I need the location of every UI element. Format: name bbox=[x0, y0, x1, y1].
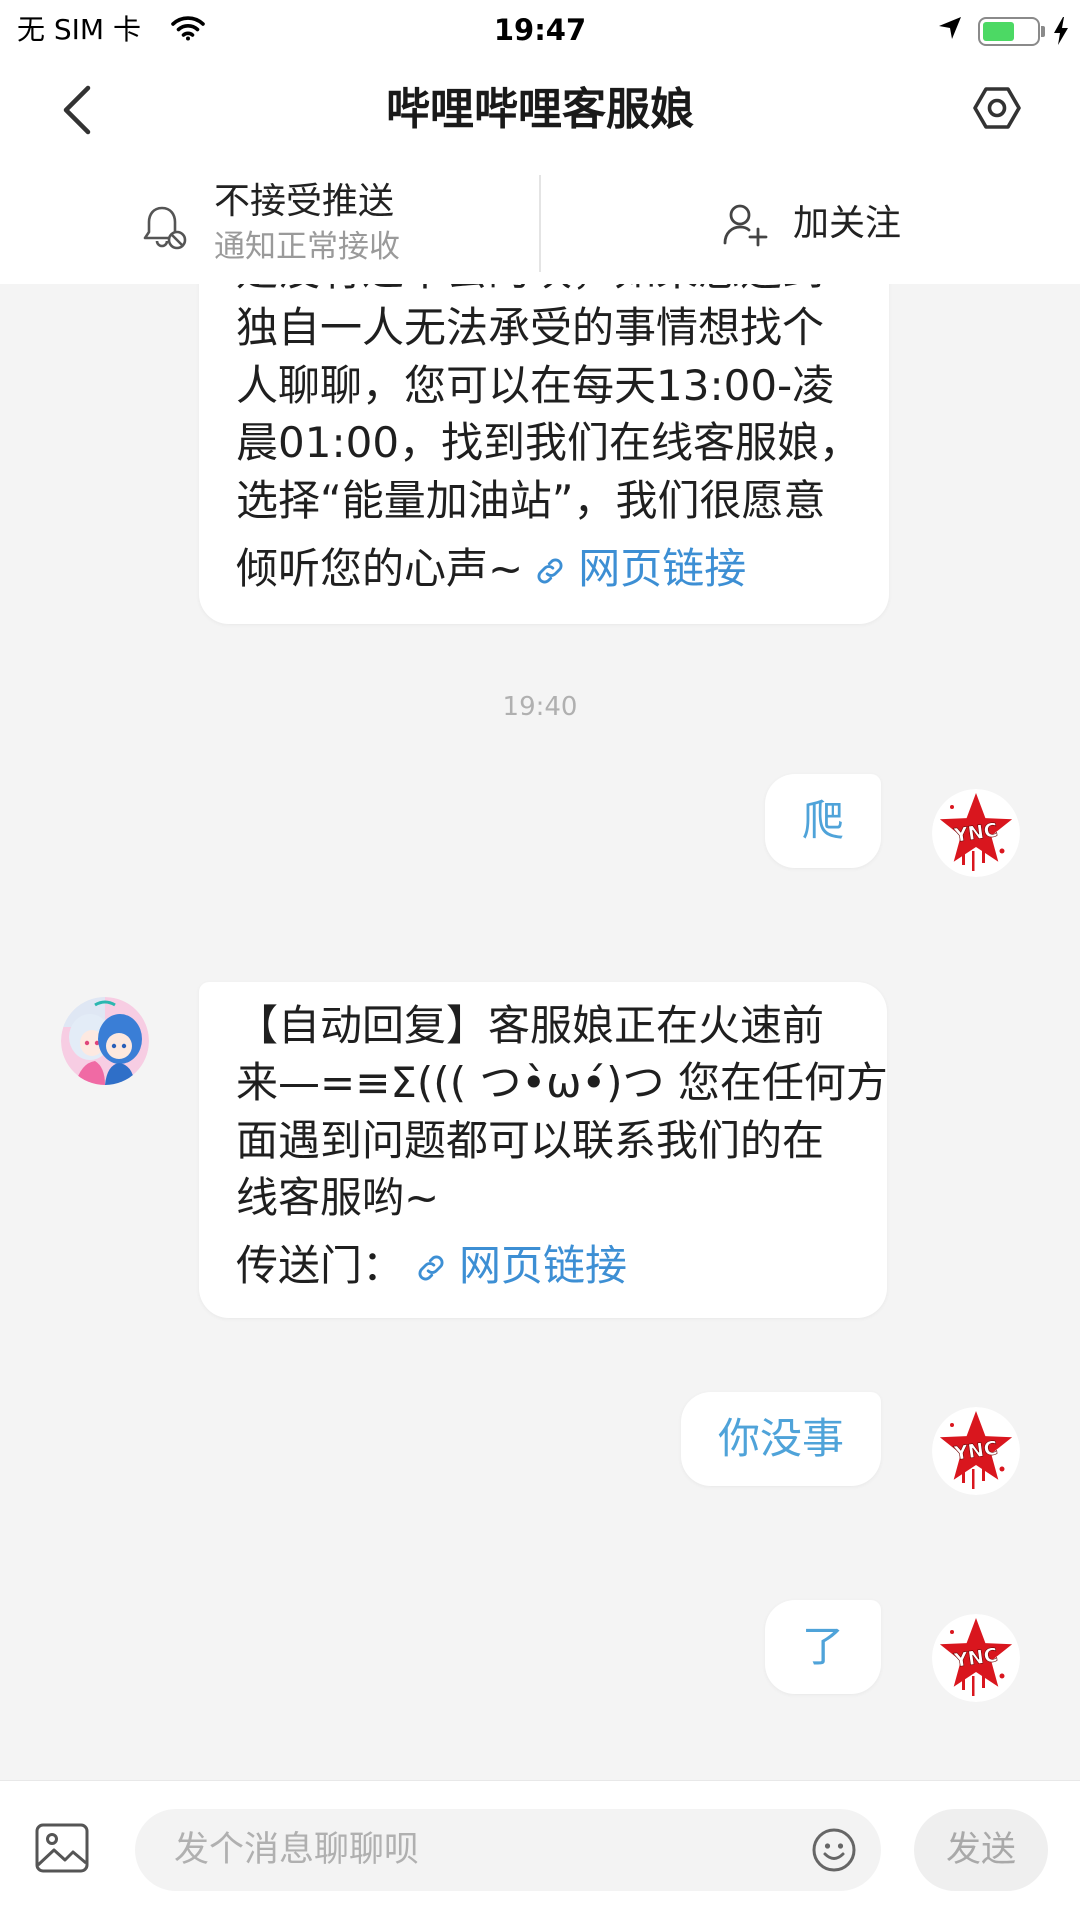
subscribe-bar: 不接受推送 通知正常接收 加关注 bbox=[0, 153, 1080, 284]
battery-nub bbox=[1041, 26, 1045, 37]
incoming-message-bubble: 是没有过不去的坎，如果您遇到 独自一人无法承受的事情想找个 人聊聊，您可以在每天… bbox=[199, 284, 889, 624]
outgoing-message-bubble: 爬 bbox=[764, 774, 881, 868]
page-title: 哔哩哔哩客服娘 bbox=[386, 84, 694, 135]
settings-icon bbox=[973, 87, 1021, 129]
chat-area[interactable]: 是没有过不去的坎，如果您遇到 独自一人无法承受的事情想找个 人聊聊，您可以在每天… bbox=[0, 284, 1080, 1780]
status-time: 19:47 bbox=[493, 13, 587, 47]
follow-label: 加关注 bbox=[793, 203, 902, 244]
push-setting-sublabel: 通知正常接收 bbox=[214, 229, 400, 265]
message-line: 选择“能量加油站”，我们很愿意 bbox=[236, 475, 826, 525]
composer-bar: 发送 bbox=[0, 1780, 1080, 1918]
battery-level-track bbox=[983, 22, 1035, 41]
settings-button[interactable] bbox=[969, 80, 1025, 136]
emoji-icon bbox=[812, 1828, 856, 1872]
time-divider: 19:40 bbox=[502, 692, 578, 722]
avatar[interactable] bbox=[61, 997, 149, 1085]
user-plus-icon bbox=[723, 204, 768, 247]
message-line: 面遇到问题都可以联系我们的在 bbox=[236, 1115, 825, 1165]
message-line: 独自一人无法承受的事情想找个 bbox=[236, 303, 825, 352]
battery-level-fill bbox=[983, 22, 1015, 41]
message-line: 是没有过不去的坎，如果您遇到 bbox=[236, 284, 859, 299]
follow-button[interactable]: 加关注 bbox=[541, 153, 1080, 284]
link-icon bbox=[537, 558, 563, 584]
avatar[interactable]: YNC bbox=[932, 1614, 1020, 1702]
battery-icon bbox=[978, 17, 1040, 46]
charging-bolt-icon bbox=[1054, 17, 1068, 45]
image-button[interactable] bbox=[34, 1822, 90, 1874]
link-icon bbox=[418, 1255, 444, 1281]
push-setting-label: 不接受推送 bbox=[214, 181, 395, 222]
message-line: 【自动回复】客服娘正在火速前 bbox=[236, 1000, 825, 1050]
ync-star-avatar: YNC bbox=[932, 1407, 1020, 1495]
outgoing-message-bubble: 你没事 bbox=[680, 1392, 881, 1486]
send-button[interactable]: 发送 bbox=[914, 1809, 1048, 1891]
message-line: 来—=≡Σ((( つ•̀ω•́)つ 您在任何方 bbox=[236, 1058, 888, 1107]
location-arrow-icon bbox=[939, 17, 961, 39]
nav-bar: 哔哩哔哩客服娘 bbox=[0, 67, 1080, 153]
avatar[interactable]: YNC bbox=[932, 789, 1020, 877]
web-link[interactable]: 网页链接 bbox=[414, 1241, 627, 1290]
incoming-message-bubble: 【自动回复】客服娘正在火速前 来—=≡Σ((( つ•̀ω•́)つ 您在任何方 面… bbox=[199, 982, 888, 1318]
message-line: 人聊聊，您可以在每天13:00-凌 bbox=[236, 360, 835, 410]
message-line: 线客服哟~ bbox=[236, 1173, 440, 1222]
web-link-label: 网页链接 bbox=[459, 1241, 628, 1291]
message-input-container[interactable] bbox=[135, 1809, 881, 1891]
message-line: 晨01:00，找到我们在线客服娘， bbox=[236, 418, 862, 467]
emoji-button[interactable] bbox=[811, 1827, 857, 1873]
web-link[interactable]: 网页链接 bbox=[533, 544, 746, 593]
bell-off-icon bbox=[143, 206, 187, 250]
ync-star-avatar: YNC bbox=[932, 1614, 1020, 1702]
message-line: 传送门： 网页链接 bbox=[236, 1237, 857, 1295]
image-icon bbox=[35, 1823, 89, 1873]
status-bar: 无 SIM 卡 19:47 bbox=[0, 0, 1080, 67]
avatar[interactable]: YNC bbox=[932, 1407, 1020, 1495]
push-setting-button[interactable]: 不接受推送 通知正常接收 bbox=[0, 153, 538, 284]
message-input[interactable] bbox=[174, 1809, 794, 1891]
message-text: 倾听您的心声~ bbox=[236, 544, 524, 593]
web-link-label: 网页链接 bbox=[578, 544, 747, 593]
outgoing-message-bubble: 了 bbox=[764, 1600, 881, 1694]
ync-star-avatar: YNC bbox=[932, 789, 1020, 877]
message-line: 倾听您的心声~ 网页链接 bbox=[236, 540, 859, 598]
message-text: 传送门： bbox=[236, 1241, 405, 1291]
bilibili-2233-avatar bbox=[61, 997, 149, 1085]
